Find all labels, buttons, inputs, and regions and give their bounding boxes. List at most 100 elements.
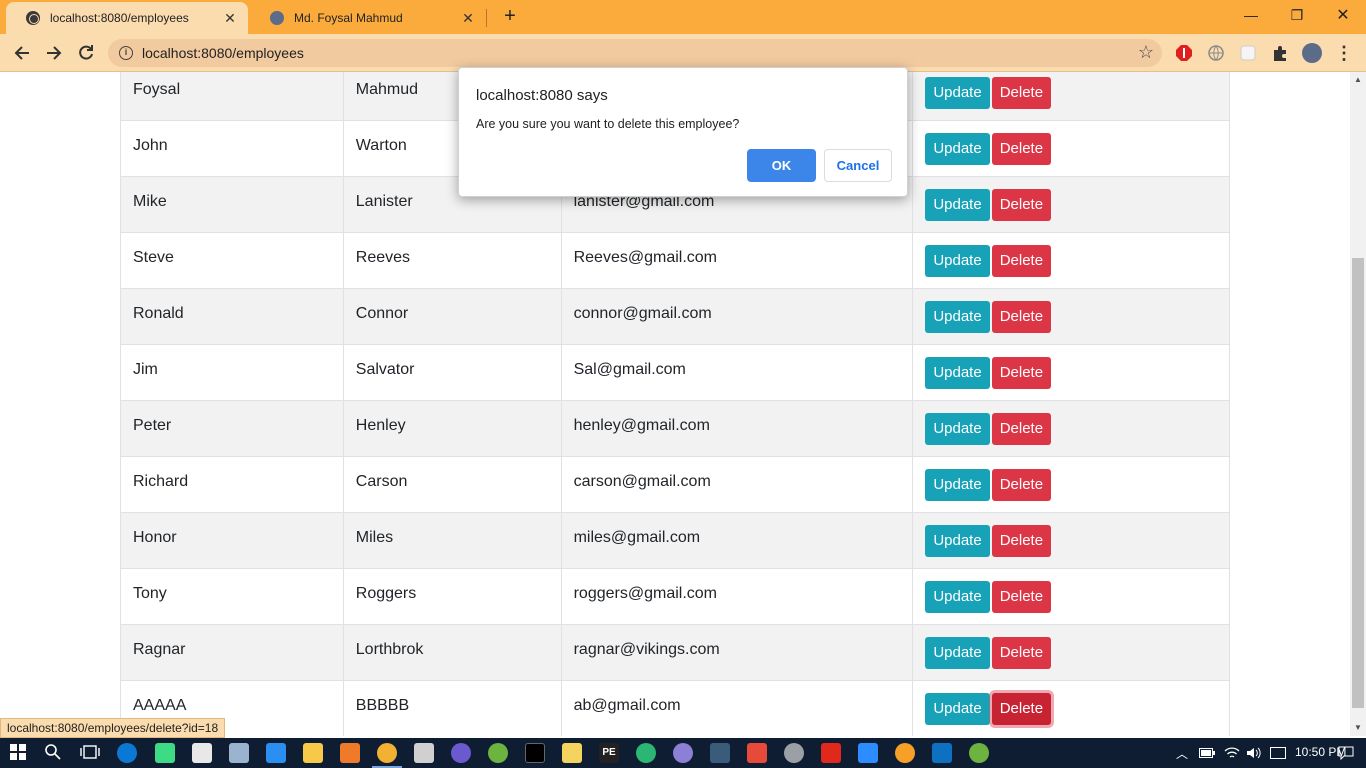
pe-icon[interactable]: PE [599, 743, 619, 763]
app-icon[interactable] [747, 743, 767, 763]
delete-button[interactable]: Delete [991, 581, 1052, 613]
android-studio-icon[interactable] [155, 743, 175, 763]
update-button[interactable]: Update [925, 693, 990, 725]
keyboard-icon[interactable] [1270, 738, 1286, 768]
actions-cell: Update Delete [912, 288, 1230, 345]
scroll-up-icon[interactable]: ▲ [1350, 72, 1366, 88]
spring-icon[interactable] [969, 743, 989, 763]
update-button[interactable]: Update [925, 133, 990, 165]
extension-icon[interactable] [1238, 43, 1258, 63]
tab-profile[interactable]: Md. Foysal Mahmud ✕ [250, 2, 486, 34]
delete-button[interactable]: Delete [991, 189, 1052, 221]
delete-button[interactable]: Delete [991, 413, 1052, 445]
table-row: AAAAA BBBBB ab@gmail.com Update Delete [120, 680, 1230, 736]
actions-cell: Update Delete [912, 512, 1230, 569]
address-bar[interactable]: i localhost:8080/employees ☆ [108, 39, 1162, 67]
browser-tabstrip: localhost:8080/employees ✕ Md. Foysal Ma… [0, 0, 1366, 34]
email-cell: carson@gmail.com [560, 456, 914, 513]
windows-start-icon[interactable] [9, 743, 29, 763]
delete-button[interactable]: Delete [991, 693, 1052, 725]
update-button[interactable]: Update [925, 357, 990, 389]
mail-icon[interactable] [192, 743, 212, 763]
adblock-icon[interactable] [1174, 43, 1194, 63]
delete-button[interactable]: Delete [991, 77, 1052, 109]
profile-avatar[interactable] [1302, 43, 1322, 63]
update-button[interactable]: Update [925, 189, 990, 221]
maximize-icon[interactable]: ❐ [1274, 0, 1320, 30]
first-name-cell: Tony [120, 568, 344, 625]
update-button[interactable]: Update [925, 525, 990, 557]
table-row: Tony Roggers roggers@gmail.com Update Delete [120, 568, 1230, 625]
delete-button[interactable]: Delete [991, 357, 1052, 389]
tab-employees[interactable]: localhost:8080/employees ✕ [6, 2, 248, 34]
first-name-cell: Ragnar [120, 624, 344, 681]
bookmark-star-icon[interactable]: ☆ [1138, 42, 1154, 63]
update-button[interactable]: Update [925, 581, 990, 613]
battery-icon[interactable] [1199, 738, 1215, 768]
show-hidden-icons[interactable]: ︿ [1176, 738, 1188, 768]
chrome-icon[interactable] [377, 743, 397, 763]
file-explorer-icon[interactable] [303, 743, 323, 763]
app-icon[interactable] [895, 743, 915, 763]
last-name-cell: BBBBB [342, 680, 562, 736]
zoom-icon[interactable] [858, 743, 878, 763]
app-icon[interactable] [784, 743, 804, 763]
app-icon[interactable] [710, 743, 730, 763]
spring-icon[interactable] [488, 743, 508, 763]
edge-icon[interactable] [117, 743, 137, 763]
reload-icon[interactable] [72, 39, 100, 67]
page-scrollbar[interactable]: ▲ ▼ [1350, 72, 1366, 736]
menu-icon[interactable]: ⋮ [1334, 43, 1354, 63]
update-button[interactable]: Update [925, 301, 990, 333]
globe-icon [26, 11, 40, 25]
delete-button[interactable]: Delete [991, 525, 1052, 557]
photos-icon[interactable] [229, 743, 249, 763]
wifi-icon[interactable] [1224, 738, 1240, 768]
scroll-down-icon[interactable]: ▼ [1350, 720, 1366, 736]
delete-button[interactable]: Delete [991, 637, 1052, 669]
terminal-icon[interactable] [525, 743, 545, 763]
scroll-thumb[interactable] [1352, 258, 1364, 708]
email-cell: ab@gmail.com [560, 680, 914, 736]
email-cell: henley@gmail.com [560, 400, 914, 457]
update-button[interactable]: Update [925, 469, 990, 501]
forward-icon[interactable] [40, 39, 68, 67]
app-icon[interactable] [340, 743, 360, 763]
app-icon[interactable] [451, 743, 471, 763]
dialog-message: Are you sure you want to delete this emp… [476, 117, 740, 131]
store-icon[interactable] [266, 743, 286, 763]
actions-cell: Update Delete [912, 176, 1230, 233]
calculator-icon[interactable] [414, 743, 434, 763]
site-info-icon[interactable]: i [119, 46, 133, 60]
back-icon[interactable] [8, 39, 36, 67]
volume-icon[interactable] [1246, 738, 1262, 768]
new-tab-button[interactable]: + [498, 4, 522, 28]
task-view-icon[interactable] [80, 743, 100, 763]
minimize-icon[interactable]: — [1228, 0, 1274, 30]
url-text: localhost:8080/employees [142, 45, 304, 61]
vscode-icon[interactable] [932, 743, 952, 763]
close-tab-icon[interactable]: ✕ [460, 10, 476, 27]
delete-button[interactable]: Delete [991, 469, 1052, 501]
puzzle-icon[interactable] [1270, 43, 1290, 63]
delete-button[interactable]: Delete [991, 133, 1052, 165]
delete-button[interactable]: Delete [991, 301, 1052, 333]
update-button[interactable]: Update [925, 637, 990, 669]
cancel-button[interactable]: Cancel [824, 149, 892, 182]
delete-button[interactable]: Delete [991, 245, 1052, 277]
close-tab-icon[interactable]: ✕ [222, 10, 238, 27]
ok-button[interactable]: OK [747, 149, 816, 182]
notification-icon[interactable] [1338, 738, 1354, 768]
notepad-icon[interactable] [562, 743, 582, 763]
close-window-icon[interactable]: ✕ [1320, 0, 1366, 30]
app-icon[interactable] [636, 743, 656, 763]
search-icon[interactable] [44, 743, 64, 763]
update-button[interactable]: Update [925, 413, 990, 445]
app-icon[interactable] [673, 743, 693, 763]
avatar-icon [270, 11, 284, 25]
update-button[interactable]: Update [925, 77, 990, 109]
actions-cell: Update Delete [912, 232, 1230, 289]
update-button[interactable]: Update [925, 245, 990, 277]
acrobat-icon[interactable] [821, 743, 841, 763]
translate-icon[interactable] [1206, 43, 1226, 63]
